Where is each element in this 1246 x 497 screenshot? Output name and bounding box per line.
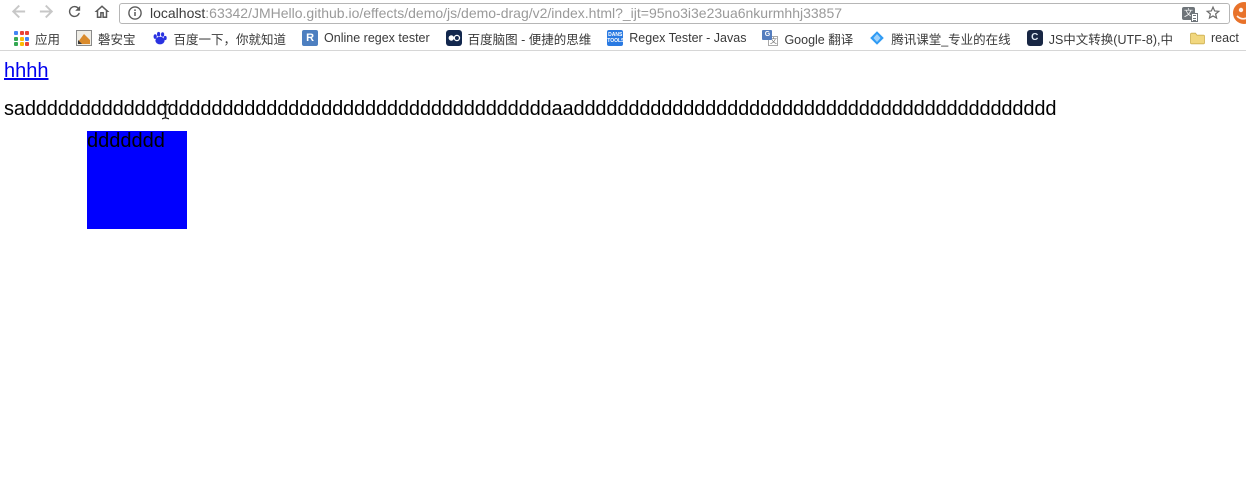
apps-grid-icon xyxy=(13,30,29,46)
bookmark-item-react-folder[interactable]: react xyxy=(1181,27,1246,49)
bookmark-label: 腾讯课堂_专业的在线 xyxy=(891,32,1011,47)
refresh-icon xyxy=(66,3,83,23)
bookmark-star-icon[interactable] xyxy=(1204,4,1222,22)
bookmarks-bar: 应用 磬安宝 百度一下，你就知道 R Online regex tester 百… xyxy=(0,26,1246,51)
tencent-classroom-icon xyxy=(869,30,885,46)
forward-arrow-icon xyxy=(38,3,55,23)
bookmark-item-baidu[interactable]: 百度一下，你就知道 xyxy=(144,27,295,49)
baidu-naotu-icon xyxy=(445,30,462,46)
draggable-blue-box[interactable]: ddddddd xyxy=(87,131,187,229)
danstools-icon: DANS TOOLS xyxy=(607,30,625,46)
translate-page-glyph xyxy=(1191,12,1198,22)
bookmark-label: 百度一下，你就知道 xyxy=(173,32,287,47)
bookmark-label: 百度脑图 - 便捷的思维 xyxy=(467,32,592,47)
page-content: hhhh saddddddddddddddddddddddddddddddddd… xyxy=(0,51,1246,496)
address-bar[interactable]: localhost:63342/JMHello.github.io/effect… xyxy=(119,2,1230,24)
bookmark-item-apps[interactable]: 应用 xyxy=(5,27,68,49)
bookmark-item-naotu[interactable]: 百度脑图 - 便捷的思维 xyxy=(438,27,600,49)
url-host: localhost xyxy=(150,4,206,21)
back-button[interactable] xyxy=(4,0,32,26)
bookmark-item-tencent-classroom[interactable]: 腾讯课堂_专业的在线 xyxy=(861,27,1018,49)
browser-toolbar: localhost:63342/JMHello.github.io/effect… xyxy=(0,0,1246,26)
cat-photo-icon xyxy=(76,30,93,46)
home-icon xyxy=(93,3,111,24)
profile-avatar[interactable] xyxy=(1233,2,1246,24)
text-cursor-pointer xyxy=(160,103,171,125)
google-translate-icon: 文 G xyxy=(762,30,779,46)
baidu-paw-icon xyxy=(152,30,168,46)
hhhh-link[interactable]: hhhh xyxy=(4,60,49,83)
bookmark-label: 应用 xyxy=(35,32,61,47)
box-label-text: ddddddd xyxy=(87,130,165,152)
bookmark-item-google-translate[interactable]: 文 G Google 翻译 xyxy=(754,27,861,49)
translate-page-front: G xyxy=(762,30,773,40)
bookmark-item-danstools[interactable]: DANS TOOLS Regex Tester - Javas xyxy=(599,27,754,49)
url-path: :63342/JMHello.github.io/effects/demo/js… xyxy=(205,4,843,21)
bookmark-label: 磬安宝 xyxy=(98,32,136,47)
bookmark-item-qinganbao[interactable]: 磬安宝 xyxy=(68,27,144,49)
back-arrow-icon xyxy=(10,3,27,23)
bookmark-label: Google 翻译 xyxy=(784,32,854,47)
js-converter-icon: C xyxy=(1026,30,1043,46)
translate-icon[interactable]: 文 xyxy=(1182,6,1198,22)
bookmark-label: Regex Tester - Javas xyxy=(629,31,747,45)
url-text[interactable]: localhost:63342/JMHello.github.io/effect… xyxy=(150,4,1182,23)
bookmark-item-regex-tester[interactable]: R Online regex tester xyxy=(294,27,438,49)
page-info-icon[interactable] xyxy=(127,5,143,21)
folder-icon xyxy=(1189,30,1205,46)
bookmark-label: react xyxy=(1211,31,1239,45)
letter-r-icon: R xyxy=(302,30,319,46)
bookmark-label: Online regex tester xyxy=(324,31,430,45)
refresh-button[interactable] xyxy=(60,0,88,26)
home-button[interactable] xyxy=(88,0,116,26)
forward-button[interactable] xyxy=(32,0,60,26)
bookmark-label: JS中文转换(UTF-8),中 xyxy=(1048,32,1173,47)
bookmark-item-js-converter[interactable]: C JS中文转换(UTF-8),中 xyxy=(1019,27,1181,49)
